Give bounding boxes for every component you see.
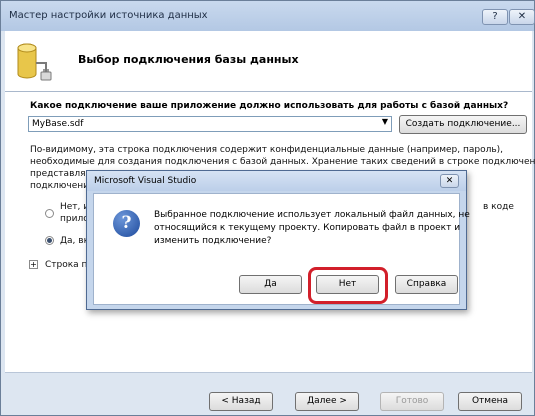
wizard-titlebar: Мастер настройки источника данных ? ✕ bbox=[1, 1, 535, 31]
connection-select-value: MyBase.sdf bbox=[32, 119, 84, 129]
dialog-message-line-3: изменить подключение? bbox=[154, 236, 272, 246]
chevron-down-icon: ▼ bbox=[381, 117, 388, 126]
dialog-close-button[interactable]: ✕ bbox=[440, 174, 459, 188]
option-no-label: Нет, и bbox=[60, 202, 90, 212]
close-button[interactable]: ✕ bbox=[509, 9, 535, 25]
page-title: Выбор подключения базы данных bbox=[78, 53, 299, 66]
footer-divider bbox=[5, 372, 532, 373]
dialog-title: Microsoft Visual Studio bbox=[94, 176, 197, 186]
connection-select[interactable]: MyBase.sdf ▼ bbox=[28, 116, 392, 132]
option-no-label-tail: в коде bbox=[483, 202, 514, 212]
cancel-button[interactable]: Отмена bbox=[458, 392, 522, 411]
window-title: Мастер настройки источника данных bbox=[9, 10, 208, 21]
highlight-annotation bbox=[308, 267, 388, 304]
info-text-line-2: необходимые для создания подключения с б… bbox=[30, 157, 535, 167]
confirm-dialog: Microsoft Visual Studio ✕ ? Выбранное по… bbox=[86, 170, 470, 310]
connection-question-label: Какое подключение ваше приложение должно… bbox=[30, 101, 509, 111]
radio-option-no[interactable] bbox=[45, 209, 54, 218]
dialog-titlebar: Microsoft Visual Studio ✕ bbox=[87, 171, 466, 191]
connection-string-expander-label: Строка п bbox=[45, 260, 88, 270]
help-button[interactable]: ? bbox=[482, 9, 508, 25]
dialog-message-line-1: Выбранное подключение использует локальн… bbox=[154, 210, 470, 220]
dialog-help-button[interactable]: Справка bbox=[395, 275, 458, 294]
wizard-header: Выбор подключения базы данных bbox=[5, 31, 532, 92]
finish-button[interactable]: Готово bbox=[380, 392, 444, 411]
dialog-yes-button[interactable]: Да bbox=[239, 275, 302, 294]
question-icon: ? bbox=[113, 210, 140, 237]
back-button[interactable]: < Назад bbox=[209, 392, 273, 411]
database-icon bbox=[17, 43, 52, 81]
next-button[interactable]: Далее > bbox=[295, 392, 359, 411]
expand-icon[interactable]: + bbox=[29, 260, 38, 269]
create-connection-button[interactable]: Создать подключение... bbox=[399, 115, 527, 134]
dialog-message-line-2: относящийся к текущему проекту. Копирова… bbox=[154, 223, 461, 233]
option-no-label-line-2: прило bbox=[60, 214, 89, 224]
info-text-line-4: подключения bbox=[30, 181, 95, 191]
info-text-line-1: По-видимому, эта строка подключения соде… bbox=[30, 145, 504, 155]
radio-option-yes[interactable] bbox=[45, 236, 54, 245]
